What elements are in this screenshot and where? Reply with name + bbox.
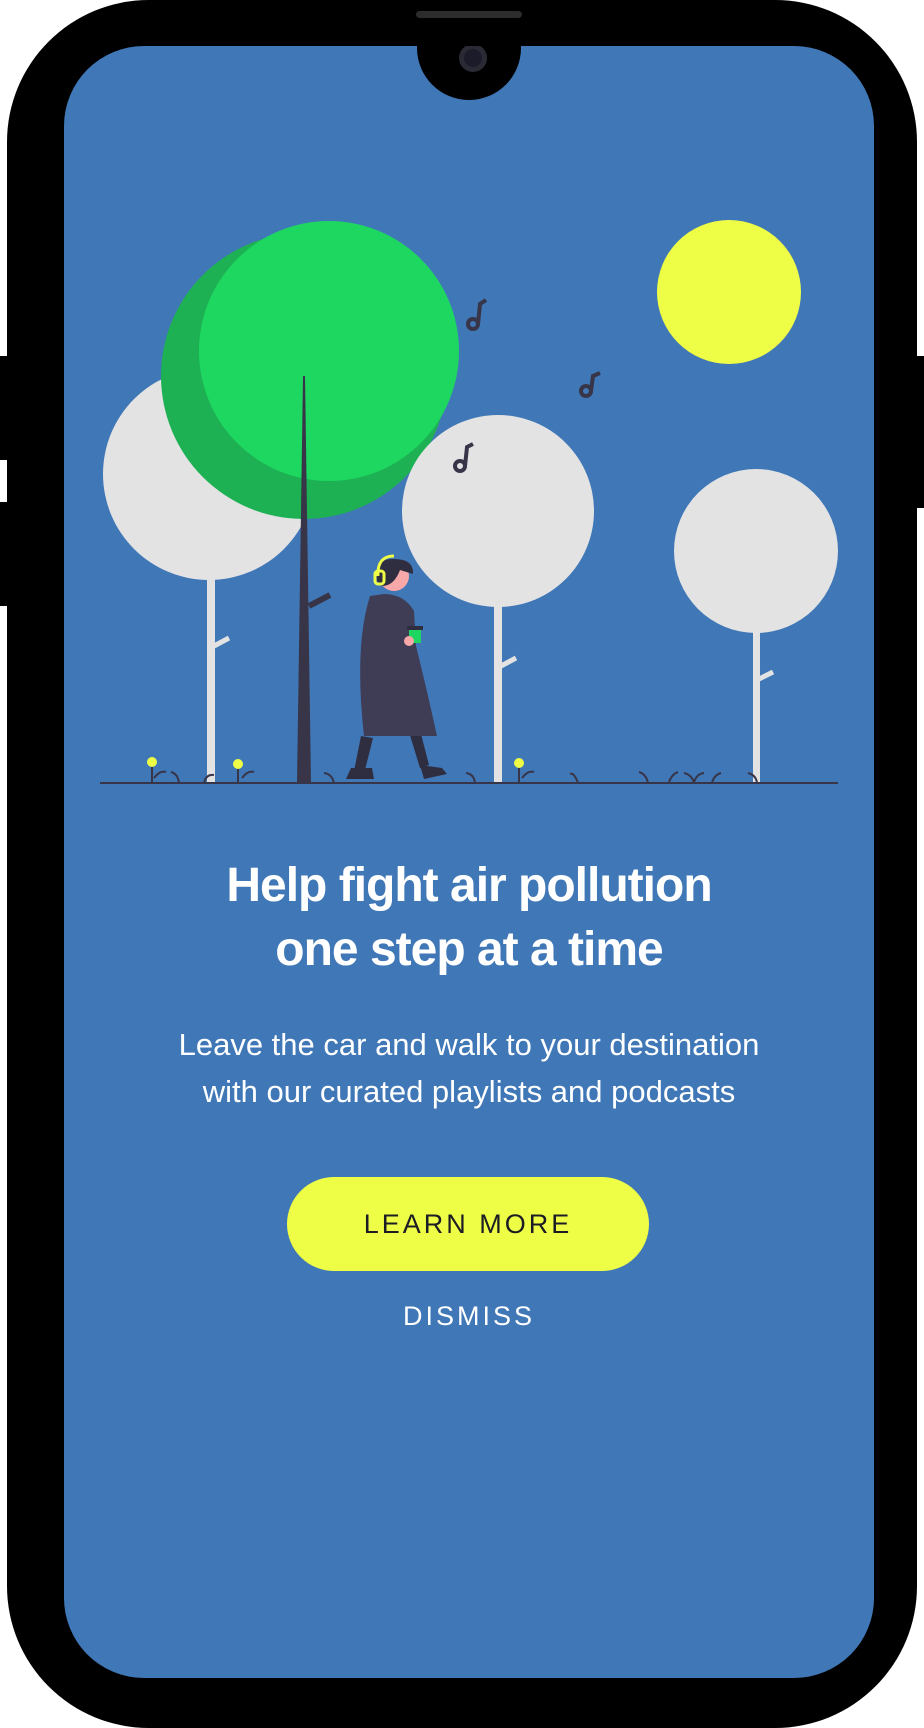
speaker-grille — [416, 11, 522, 18]
dismiss-button[interactable]: DISMISS — [369, 1294, 569, 1338]
description-line-1: Leave the car and walk to your destinati… — [178, 1027, 760, 1062]
screen: Help fight air pollution one step at a t… — [64, 46, 874, 1678]
headline: Help fight air pollution one step at a t… — [104, 854, 834, 982]
person-walking-icon — [346, 554, 447, 779]
description-line-2: with our curated playlists and podcasts — [202, 1074, 736, 1109]
grass-tufts — [153, 770, 758, 784]
power-button — [916, 356, 924, 508]
sun-icon — [657, 220, 801, 364]
walking-illustration — [100, 220, 838, 784]
flower-icon — [514, 758, 524, 783]
volume-button — [0, 356, 8, 460]
music-note-icon — [579, 371, 601, 398]
headline-line-2: one step at a time — [275, 923, 663, 976]
description: Leave the car and walk to your destinati… — [94, 1021, 844, 1115]
tree-icon — [674, 469, 838, 783]
phone-frame: Help fight air pollution one step at a t… — [7, 0, 917, 1728]
flower-icon — [147, 757, 157, 783]
music-note-icon — [466, 298, 488, 331]
volume-button — [0, 502, 8, 606]
learn-more-button[interactable]: LEARN MORE — [287, 1177, 649, 1271]
flower-icon — [233, 759, 243, 783]
headline-line-1: Help fight air pollution — [226, 859, 712, 912]
